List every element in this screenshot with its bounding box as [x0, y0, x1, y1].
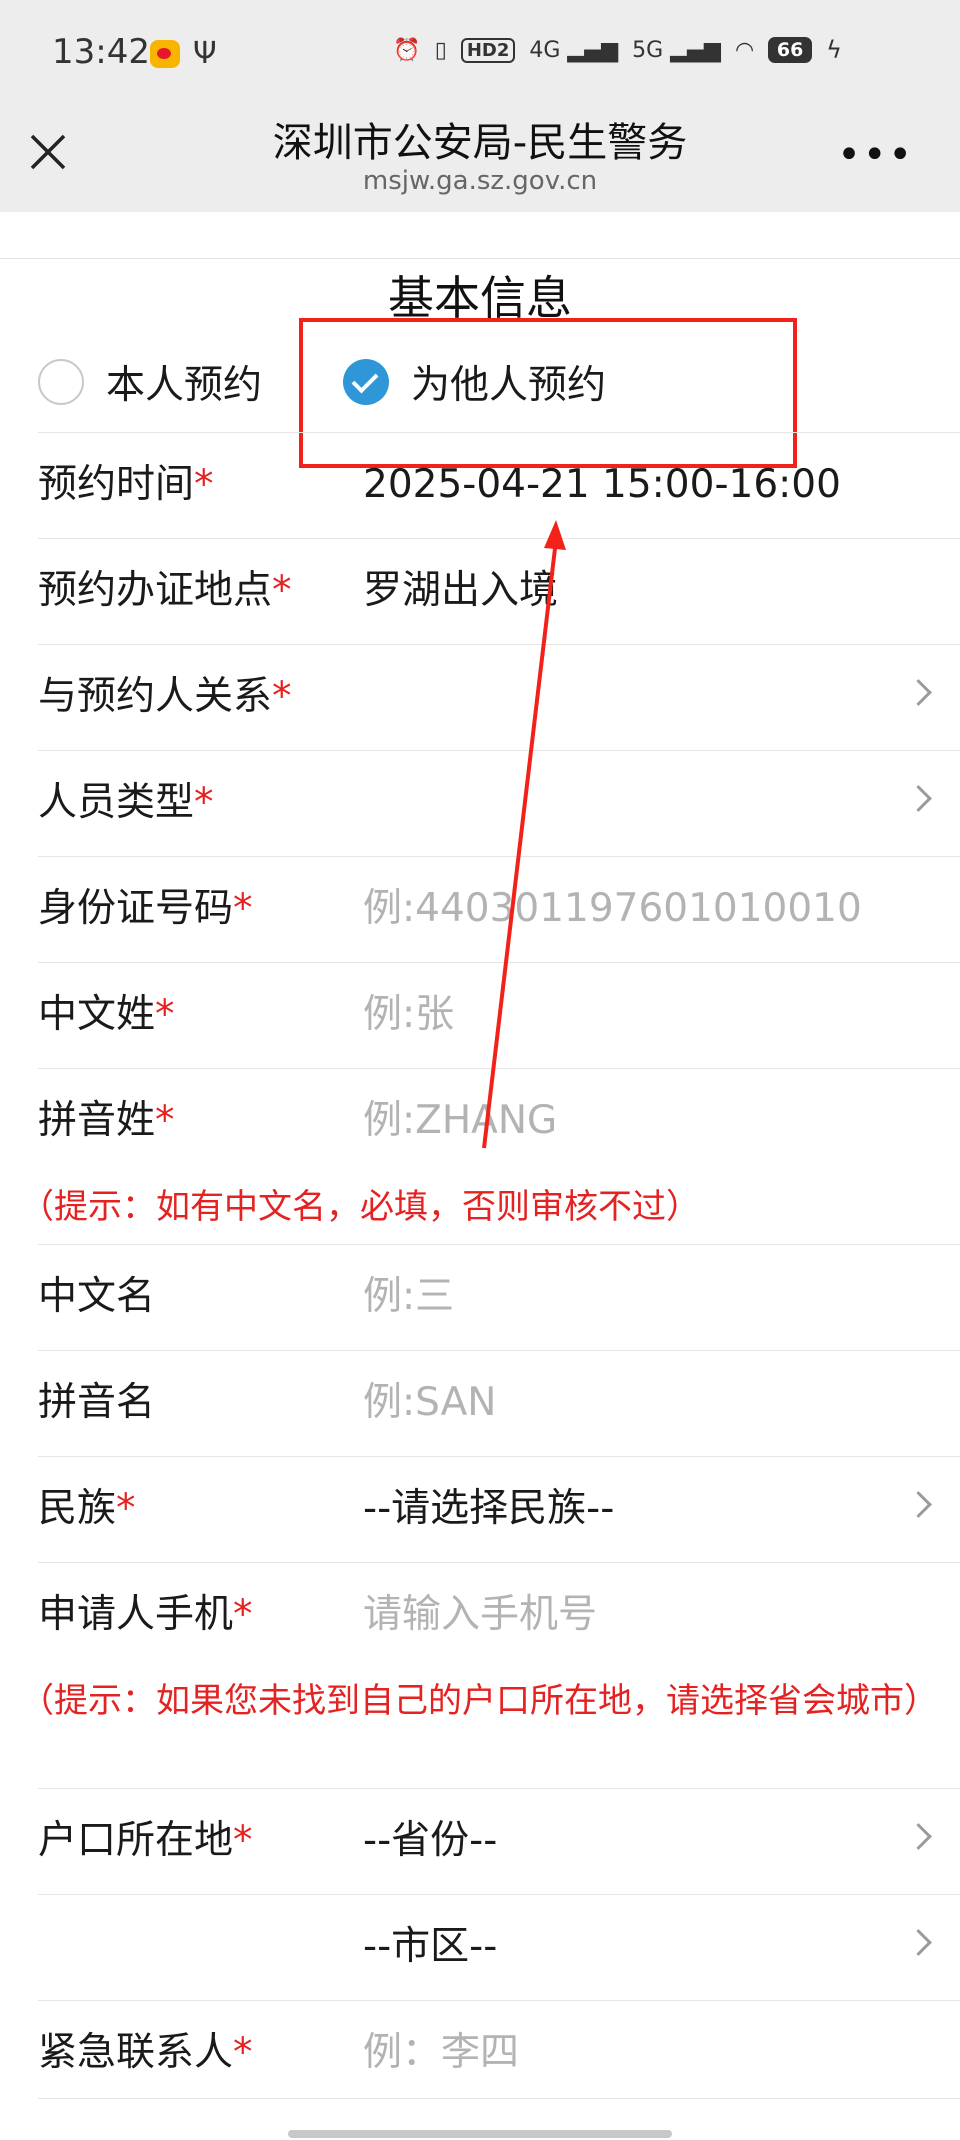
- chevron-right-icon: [905, 1929, 932, 1956]
- home-indicator: [288, 2130, 672, 2138]
- top-bar: 13:42 Ψ ⏰ ▯ HD2 4G ▂▄▆ 5G ▂▄▆ ◠ 66 ϟ 深圳市…: [0, 0, 960, 212]
- row-surname-cn: 中文姓* 例:张: [38, 962, 960, 1067]
- hd-icon: HD2: [460, 37, 516, 63]
- chevron-right-icon: [905, 785, 932, 812]
- mobile-input[interactable]: 请输入手机号: [363, 1563, 597, 1667]
- vibrate-icon: ▯: [434, 37, 447, 63]
- battery-icon: 66: [768, 37, 813, 63]
- 4g-signal-icon: 4G ▂▄▆: [529, 37, 619, 63]
- status-time: 13:42: [52, 32, 150, 72]
- given-pinyin-input[interactable]: 例:SAN: [363, 1351, 496, 1455]
- divider: [0, 258, 960, 259]
- row-given-cn: 中文名 例:三: [38, 1244, 960, 1349]
- emergency-contact-input[interactable]: 例：李四: [363, 2001, 519, 2105]
- radio-unchecked-icon: [38, 359, 84, 405]
- ethnicity-value: --请选择民族--: [363, 1486, 615, 1531]
- chevron-right-icon: [905, 1491, 932, 1518]
- radio-self-booking[interactable]: 本人预约: [38, 354, 262, 410]
- row-id-number: 身份证号码* 例:440301197601010010: [38, 856, 960, 961]
- radio-self-label: 本人预约: [106, 363, 263, 408]
- more-menu-icon[interactable]: •••: [837, 132, 914, 178]
- id-number-input[interactable]: 例:440301197601010010: [363, 857, 862, 961]
- row-emergency-contact: 紧急联系人* 例：李四: [38, 2000, 960, 2105]
- row-person-type-select[interactable]: 人员类型*: [38, 750, 960, 855]
- location-value: 罗湖出入境: [363, 568, 559, 613]
- row-household-province[interactable]: 户口所在地* --省份--: [38, 1788, 960, 1893]
- page-title: 深圳市公安局-民生警务: [272, 120, 688, 166]
- row-household-city[interactable]: --市区--: [38, 1894, 960, 1999]
- given-cn-input[interactable]: 例:三: [363, 1245, 454, 1349]
- surname-pinyin-input[interactable]: 例:ZHANG: [363, 1069, 557, 1173]
- 5g-signal-icon: 5G ▂▄▆: [632, 37, 721, 63]
- city-value: --市区--: [363, 1924, 498, 1969]
- chevron-right-icon: [905, 1823, 932, 1850]
- wifi-icon: ◠: [734, 37, 755, 63]
- surname-cn-input[interactable]: 例:张: [363, 963, 454, 1067]
- tip-chinese-name: （提示：如有中文名，必填，否则审核不过）: [20, 1187, 700, 1227]
- province-value: --省份--: [363, 1818, 498, 1863]
- page-url: msjw.ga.sz.gov.cn: [362, 166, 598, 196]
- weibo-icon: [150, 40, 180, 68]
- chevron-right-icon: [905, 679, 932, 706]
- status-icons: ⏰ ▯ HD2 4G ▂▄▆ 5G ▂▄▆ ◠ 66 ϟ: [393, 36, 842, 64]
- divider: [38, 2098, 960, 2099]
- usb-icon: Ψ: [193, 36, 217, 71]
- appointment-time-value: 2025-04-21 15:00-16:00: [363, 462, 841, 507]
- alarm-icon: ⏰: [393, 37, 421, 63]
- row-location: 预约办证地点* 罗湖出入境: [38, 538, 960, 643]
- row-mobile: 申请人手机* 请输入手机号: [38, 1562, 960, 1667]
- charging-icon: ϟ: [826, 36, 842, 64]
- row-ethnicity-select[interactable]: 民族* --请选择民族--: [38, 1456, 960, 1561]
- row-surname-pinyin: 拼音姓* 例:ZHANG: [38, 1068, 960, 1173]
- row-appointment-time: 预约时间* 2025-04-21 15:00-16:00: [38, 432, 960, 537]
- row-relation-select[interactable]: 与预约人关系*: [38, 644, 960, 749]
- row-given-pinyin: 拼音名 例:SAN: [38, 1350, 960, 1455]
- tip-household: （提示：如果您未找到自己的户口所在地，请选择省会城市）: [20, 1681, 938, 1721]
